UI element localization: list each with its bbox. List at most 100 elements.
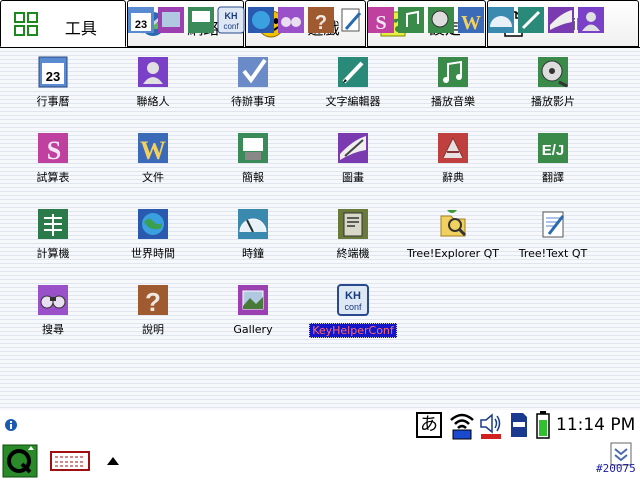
- calendar-icon: 23: [38, 56, 68, 88]
- video-player-icon: [538, 57, 568, 88]
- task-clock-icon[interactable]: [486, 5, 516, 35]
- app-label: 文件: [142, 171, 164, 184]
- app-label: KeyHelperConf: [309, 323, 397, 338]
- app-todo[interactable]: 待辦事項: [203, 50, 303, 122]
- svg-text:KH: KH: [345, 290, 361, 302]
- clock-readout[interactable]: 11:14 PM: [556, 415, 635, 435]
- app-clock[interactable]: 時鐘: [203, 202, 303, 274]
- app-presentation[interactable]: 簡報: [203, 126, 303, 198]
- app-dictionary[interactable]: 辭典: [403, 126, 503, 198]
- svg-text:?: ?: [145, 287, 161, 317]
- taskbar: [0, 440, 640, 480]
- translate-icon: E/J: [538, 133, 568, 163]
- task-drawing-icon[interactable]: [546, 5, 576, 35]
- app-label: Tree!Explorer QT: [406, 247, 499, 260]
- task-spreadsheet-icon[interactable]: S: [366, 5, 396, 35]
- presentation-icon: [238, 133, 268, 163]
- app-text-editor[interactable]: 文字編輯器: [303, 50, 403, 122]
- task-text-editor-icon[interactable]: [516, 5, 546, 35]
- task-gallery-icon[interactable]: [156, 5, 186, 35]
- app-tree-text[interactable]: Tree!Text QT: [503, 202, 603, 274]
- dictionary-icon: [438, 133, 468, 163]
- app-label: 播放影片: [531, 95, 575, 108]
- svg-text:E/J: E/J: [542, 142, 565, 159]
- app-label: 計算機: [36, 247, 70, 260]
- app-label: 簡報: [242, 171, 264, 184]
- app-documents[interactable]: W 文件: [103, 126, 203, 198]
- app-calendar[interactable]: 23 行事曆: [3, 50, 103, 122]
- documents-icon: W: [138, 133, 168, 165]
- app-label: 圖畫: [342, 171, 364, 184]
- svg-text:S: S: [375, 12, 386, 34]
- svg-text:W: W: [461, 12, 481, 34]
- app-label: 搜尋: [42, 323, 64, 336]
- app-contacts[interactable]: 聯絡人: [103, 50, 203, 122]
- task-tree-text-icon[interactable]: [336, 5, 366, 35]
- app-help[interactable]: ? 說明: [103, 278, 203, 350]
- app-drawing[interactable]: 圖畫: [303, 126, 403, 198]
- gallery-icon: [238, 285, 268, 315]
- app-label: 試算表: [36, 171, 70, 184]
- app-label: 行事曆: [36, 95, 70, 108]
- music-player-icon: [438, 57, 468, 87]
- app-video[interactable]: 播放影片: [503, 50, 603, 122]
- app-gallery[interactable]: Gallery: [203, 278, 303, 350]
- task-keyhelper-icon[interactable]: KHconf: [216, 5, 246, 35]
- todo-icon: [238, 57, 268, 87]
- app-world-time[interactable]: 世界時間: [103, 202, 203, 274]
- calculator-icon: [38, 209, 68, 239]
- task-documents-icon[interactable]: W: [456, 5, 486, 35]
- app-label: 待辦事項: [231, 95, 275, 108]
- sd-card-icon[interactable]: [508, 410, 530, 440]
- battery-icon[interactable]: [536, 410, 550, 440]
- help-icon: ?: [138, 285, 168, 317]
- task-calendar-icon[interactable]: 23: [126, 5, 156, 35]
- app-label: 播放音樂: [431, 95, 475, 108]
- app-label: Tree!Text QT: [518, 247, 588, 260]
- tab-label: 工具: [64, 19, 97, 38]
- task-help-icon[interactable]: ?: [306, 5, 336, 35]
- svg-text:conf: conf: [223, 22, 239, 31]
- task-presentation-icon[interactable]: [186, 5, 216, 35]
- app-translate[interactable]: E/J 翻譯: [503, 126, 603, 198]
- tab-tools[interactable]: 工具: [0, 0, 126, 47]
- app-terminal[interactable]: 終端機: [303, 202, 403, 274]
- app-search[interactable]: 搜尋: [3, 278, 103, 350]
- app-label: 時鐘: [242, 247, 264, 260]
- app-label: 文字編輯器: [325, 95, 381, 108]
- app-spreadsheet[interactable]: S 試算表: [3, 126, 103, 198]
- svg-text:23: 23: [46, 69, 60, 84]
- app-calculator[interactable]: 計算機: [3, 202, 103, 274]
- start-menu-icon[interactable]: [2, 444, 38, 478]
- app-label: 翻譯: [542, 171, 564, 184]
- app-label: 辭典: [442, 171, 464, 184]
- task-search-icon[interactable]: [276, 5, 306, 35]
- keyhelper-icon: KH conf: [337, 284, 369, 316]
- svg-text:conf: conf: [344, 302, 362, 312]
- svg-text:W: W: [140, 136, 166, 165]
- app-label: 聯絡人: [136, 95, 170, 108]
- keyboard-icon[interactable]: [50, 450, 90, 472]
- svg-text:S: S: [47, 136, 61, 165]
- app-tree-explorer[interactable]: Tree!Explorer QT: [403, 202, 503, 274]
- app-label: Gallery: [233, 323, 273, 336]
- task-music-icon[interactable]: [396, 5, 426, 35]
- app-label: 世界時間: [131, 247, 175, 260]
- info-icon[interactable]: [4, 418, 18, 432]
- taskbar-up-arrow-icon[interactable]: [106, 456, 120, 466]
- drawing-icon: [338, 133, 368, 163]
- input-method-indicator[interactable]: あ: [416, 412, 442, 438]
- search-binoculars-icon: [38, 285, 68, 315]
- volume-icon[interactable]: [478, 410, 504, 440]
- app-keyhelper[interactable]: KH conf KeyHelperConf: [303, 278, 403, 350]
- app-music[interactable]: 播放音樂: [403, 50, 503, 122]
- wireless-icon[interactable]: [448, 410, 476, 440]
- tree-explorer-icon: [440, 210, 467, 237]
- clock-icon: [238, 209, 268, 239]
- task-world-time-icon[interactable]: [246, 5, 276, 35]
- app-label: 說明: [142, 323, 164, 336]
- task-video-icon[interactable]: [426, 5, 456, 35]
- contacts-icon: [138, 57, 168, 87]
- svg-text:23: 23: [135, 19, 147, 31]
- task-contacts-icon[interactable]: [576, 5, 606, 35]
